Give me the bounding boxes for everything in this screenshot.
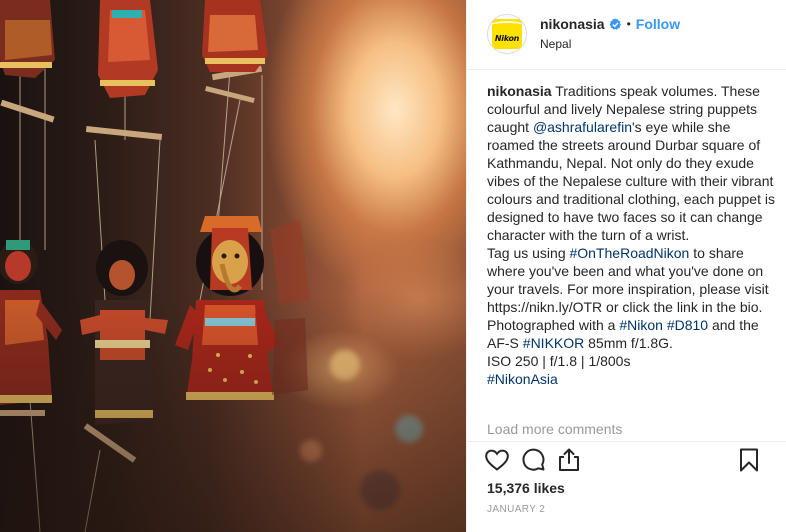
heart-outline-icon[interactable]: [483, 446, 511, 474]
hashtag-link[interactable]: #NIKKOR: [523, 335, 584, 351]
caption-paragraph: Photographed with a #Nikon #D810 and the…: [487, 316, 775, 352]
post-caption: nikonasia Traditions speak volumes. Thes…: [487, 82, 775, 388]
mention-link[interactable]: @ashrafularefin: [533, 119, 632, 135]
actions-divider: [467, 441, 786, 442]
caption-text: Photographed with a: [487, 317, 620, 333]
username-link[interactable]: nikonasia: [540, 16, 605, 32]
comment-bubble-icon[interactable]: [519, 446, 547, 474]
hashtag-link[interactable]: #NikonAsia: [487, 371, 558, 387]
caption-text: 's eye while she roamed the streets arou…: [487, 119, 775, 243]
action-bar: [483, 446, 773, 474]
likes-count[interactable]: 15,376 likes: [487, 480, 565, 496]
share-upload-icon[interactable]: [555, 446, 583, 474]
instagram-post: Nikon nikonasia • Follow Nepal nikonasia…: [0, 0, 786, 532]
photo-shade: [0, 0, 466, 532]
caption-paragraph: ISO 250 | f/1.8 | 1/800s: [487, 353, 631, 369]
caption-text: Tag us using: [487, 245, 570, 261]
hashtag-link[interactable]: #Nikon: [619, 317, 663, 333]
nikon-logo: Nikon: [492, 19, 522, 49]
separator-dot: •: [626, 17, 631, 31]
post-date[interactable]: January 2: [487, 504, 545, 515]
caption-username[interactable]: nikonasia: [487, 83, 552, 99]
load-more-comments-button[interactable]: Load more comments: [487, 421, 622, 437]
hashtag-link[interactable]: #OnTheRoadNikon: [570, 245, 690, 261]
bookmark-icon[interactable]: [735, 446, 763, 474]
nikon-logo-text: Nikon: [494, 34, 520, 43]
hashtag-link[interactable]: #D810: [667, 317, 708, 333]
post-photo[interactable]: [0, 0, 466, 532]
caption-text: 85mm f/1.8G.: [584, 335, 673, 351]
caption-paragraph: Tag us using #OnTheRoadNikon to share wh…: [487, 244, 775, 316]
post-header: Nikon nikonasia • Follow Nepal: [467, 0, 786, 70]
caption-paragraph: nikonasia Traditions speak volumes. Thes…: [487, 82, 775, 244]
follow-button[interactable]: Follow: [636, 16, 680, 32]
avatar[interactable]: Nikon: [487, 14, 527, 54]
post-side-panel: Nikon nikonasia • Follow Nepal nikonasia…: [466, 0, 786, 532]
user-line: nikonasia • Follow: [540, 16, 680, 32]
verified-badge-icon: [609, 17, 621, 30]
location-link[interactable]: Nepal: [540, 37, 571, 51]
caption-paragraph: #NikonAsia: [487, 370, 775, 388]
